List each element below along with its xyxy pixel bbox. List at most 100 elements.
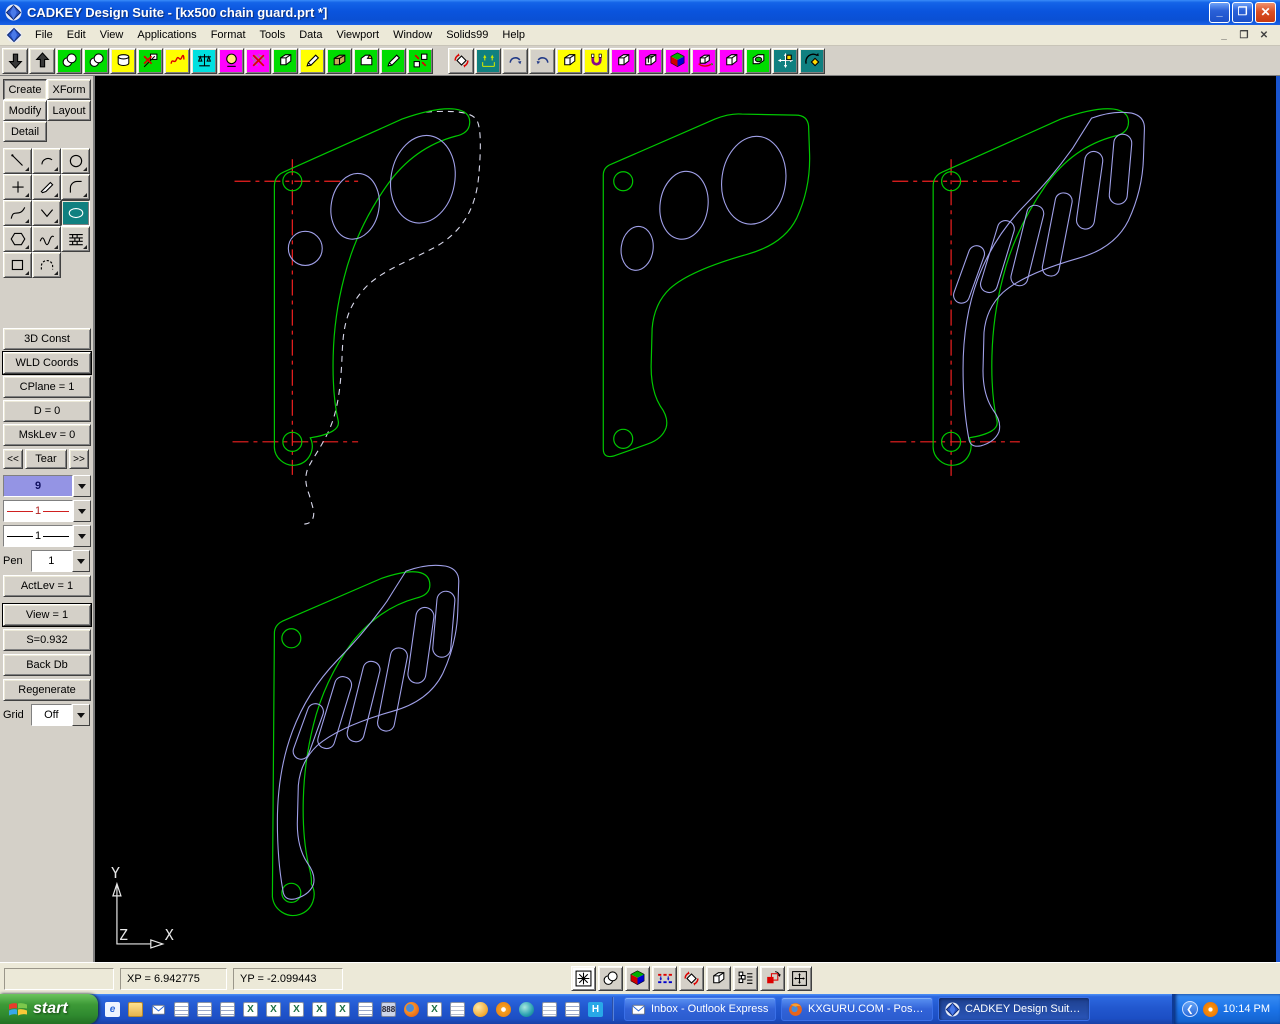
line-width-combo[interactable]: 1 (3, 525, 91, 547)
excel-icon[interactable] (263, 998, 284, 1020)
pen-dropdown-icon[interactable] (72, 550, 90, 572)
globe-icon[interactable] (516, 998, 537, 1020)
entity-select-icon[interactable] (56, 47, 82, 74)
depth-button[interactable]: D = 0 (3, 400, 91, 422)
minimize-icon[interactable]: _ (1209, 2, 1230, 23)
tear-left-button[interactable]: << (3, 449, 23, 469)
menu-viewport[interactable]: Viewport (329, 27, 386, 43)
vertical-dimension-icon[interactable] (475, 47, 501, 74)
solid-cylinder-icon[interactable] (110, 47, 136, 74)
notepad-icon[interactable] (194, 998, 215, 1020)
shaded-rgb-cube-icon[interactable] (664, 47, 690, 74)
line-tool-icon[interactable] (3, 148, 32, 174)
ellipse-tool-icon[interactable] (61, 200, 90, 226)
tray-collapse-icon[interactable]: ❮ (1181, 1001, 1198, 1017)
copy-entities-icon[interactable] (407, 47, 433, 74)
internet-explorer-icon[interactable] (102, 998, 123, 1020)
regenerate-button[interactable]: Regenerate (3, 679, 91, 701)
magnet-snap-icon[interactable] (583, 47, 609, 74)
rotate-gnomon-icon[interactable] (679, 966, 704, 991)
menu-applications[interactable]: Applications (130, 27, 203, 43)
notepad-icon[interactable] (562, 998, 583, 1020)
drawing-canvas[interactable]: Y Z X (95, 76, 1276, 962)
sketch-tool-icon[interactable] (32, 174, 61, 200)
menu-view[interactable]: View (93, 27, 131, 43)
menu-data[interactable]: Data (292, 27, 329, 43)
help-viewer-icon[interactable] (585, 998, 606, 1020)
mode-layout-button[interactable]: Layout (47, 100, 91, 121)
menu-format[interactable]: Format (204, 27, 253, 43)
mdi-minimize-icon[interactable]: _ (1216, 28, 1232, 42)
mode-xform-button[interactable]: XForm (47, 79, 91, 100)
solid-round-icon[interactable] (353, 47, 379, 74)
pencil-eraser-icon[interactable] (299, 47, 325, 74)
plain-cube-icon[interactable] (718, 47, 744, 74)
solid-view-icon[interactable] (610, 47, 636, 74)
excel-icon[interactable] (309, 998, 330, 1020)
folder-icon[interactable] (125, 998, 146, 1020)
view-button[interactable]: View = 1 (2, 603, 92, 627)
notepad-icon[interactable] (171, 998, 192, 1020)
color-combo[interactable]: 9 (3, 475, 91, 497)
dynamic-rotate-icon[interactable] (448, 47, 474, 74)
document-icon[interactable] (539, 998, 560, 1020)
hollow-cube-icon[interactable] (745, 47, 771, 74)
notepad-icon[interactable] (217, 998, 238, 1020)
3d-const-button[interactable]: 3D Const (3, 328, 91, 350)
mode-detail-button[interactable]: Detail (3, 121, 47, 142)
mdi-restore-icon[interactable]: ❐ (1236, 28, 1252, 42)
calculator-icon[interactable] (378, 998, 399, 1020)
task-cadkey[interactable]: CADKEY Design Suite ... (938, 997, 1090, 1021)
pan-arrows-icon[interactable] (772, 47, 798, 74)
entity-copy-icon[interactable] (83, 47, 109, 74)
cube-view-icon[interactable] (706, 966, 731, 991)
mdi-close-icon[interactable]: ✕ (1256, 28, 1272, 42)
backdb-button[interactable]: Back Db (3, 654, 91, 676)
scale-button[interactable]: S=0.932 (3, 629, 91, 651)
freehand-redline-icon[interactable] (164, 47, 190, 74)
line-style-dropdown-icon[interactable] (73, 500, 91, 522)
menu-edit[interactable]: Edit (60, 27, 93, 43)
spline-tool-icon[interactable] (32, 226, 61, 252)
level-down-icon[interactable] (2, 47, 28, 74)
render-sphere-icon[interactable] (218, 47, 244, 74)
wireframe-cube-icon[interactable] (272, 47, 298, 74)
task-kxguru[interactable]: KXGURU.COM - Post ... (781, 997, 933, 1021)
line-width-dropdown-icon[interactable] (73, 525, 91, 547)
grid-dropdown-icon[interactable] (72, 704, 90, 726)
mode-modify-button[interactable]: Modify (3, 100, 47, 121)
menu-window[interactable]: Window (386, 27, 439, 43)
shaded-view-icon[interactable] (625, 966, 650, 991)
conic-tool-icon[interactable] (3, 200, 32, 226)
arc-tool-icon[interactable] (32, 148, 61, 174)
outlook-express-icon[interactable] (148, 998, 169, 1020)
fit-view-icon[interactable] (787, 966, 812, 991)
orbit-cube-icon[interactable] (799, 47, 825, 74)
color-dropdown-icon[interactable] (73, 475, 91, 497)
line-style-combo[interactable]: 1 (3, 500, 91, 522)
rectangle-tool-icon[interactable] (3, 252, 32, 278)
powerpoint-icon[interactable] (470, 998, 491, 1020)
tear-right-button[interactable]: >> (69, 449, 89, 469)
polygon-tool-icon[interactable] (3, 226, 32, 252)
masklevel-button[interactable]: MskLev = 0 (3, 424, 91, 446)
notepad-icon[interactable] (355, 998, 376, 1020)
tray-app-icon[interactable] (1202, 1001, 1218, 1017)
document-icon[interactable] (447, 998, 468, 1020)
chain-select-icon[interactable] (733, 966, 758, 991)
tear-button[interactable]: Tear (25, 449, 67, 469)
excel-icon[interactable] (332, 998, 353, 1020)
dimension-marks-icon[interactable] (652, 966, 677, 991)
menu-solids99[interactable]: Solids99 (439, 27, 495, 43)
isometric-cube-icon[interactable] (556, 47, 582, 74)
level-up-icon[interactable] (29, 47, 55, 74)
excel-web-icon[interactable] (424, 998, 445, 1020)
select-circles-icon[interactable] (598, 966, 623, 991)
circle-tool-icon[interactable] (61, 148, 90, 174)
cplane-button[interactable]: CPlane = 1 (3, 376, 91, 398)
pencil-edit-icon[interactable] (380, 47, 406, 74)
norton-clock-icon[interactable] (493, 998, 514, 1020)
rotate-view-icon[interactable] (691, 47, 717, 74)
menu-file[interactable]: File (28, 27, 60, 43)
arch-tool-icon[interactable] (32, 252, 61, 278)
